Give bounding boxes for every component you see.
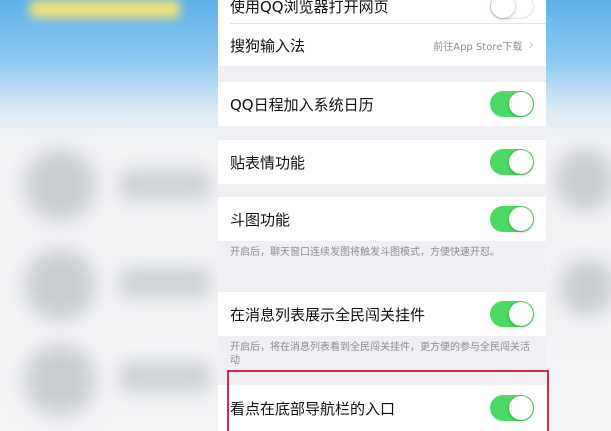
setting-sogou[interactable]: 搜狗输入法 前往App Store下载 › — [218, 24, 546, 66]
doutu-toggle[interactable] — [490, 206, 534, 232]
setting-calendar: QQ日程加入系统日历 — [218, 82, 546, 126]
settings-panel: 使用QQ浏览器打开网页 搜狗输入法 前往App Store下载 › QQ日程加入… — [218, 0, 546, 431]
app-store-link[interactable]: 前往App Store下载 — [433, 38, 522, 53]
qq-browser-toggle[interactable] — [490, 0, 534, 19]
setting-label: QQ日程加入系统日历 — [230, 95, 374, 114]
pendant-note: 开启后，将在消息列表看到全民闯关挂件，更方便的参与全民闯关活动 — [230, 342, 530, 366]
setting-stickers: 贴表情功能 — [218, 140, 546, 184]
highlight-box — [227, 370, 549, 431]
setting-label: 搜狗输入法 — [230, 36, 306, 55]
stickers-toggle[interactable] — [490, 149, 534, 175]
setting-qq-browser: 使用QQ浏览器打开网页 — [218, 0, 546, 24]
setting-label: 斗图功能 — [230, 210, 291, 229]
setting-pendant: 在消息列表展示全民闯关挂件 — [218, 292, 546, 336]
doutu-note: 开启后，聊天窗口连续发图将触发斗图模式，方便快速开怼。 — [230, 247, 500, 258]
setting-label: 使用QQ浏览器打开网页 — [230, 0, 389, 16]
setting-label: 在消息列表展示全民闯关挂件 — [230, 305, 426, 324]
setting-doutu: 斗图功能 — [218, 197, 546, 241]
chevron-right-icon: › — [528, 37, 534, 53]
setting-label: 贴表情功能 — [230, 153, 306, 172]
pendant-toggle[interactable] — [490, 301, 534, 327]
calendar-toggle[interactable] — [490, 91, 534, 117]
